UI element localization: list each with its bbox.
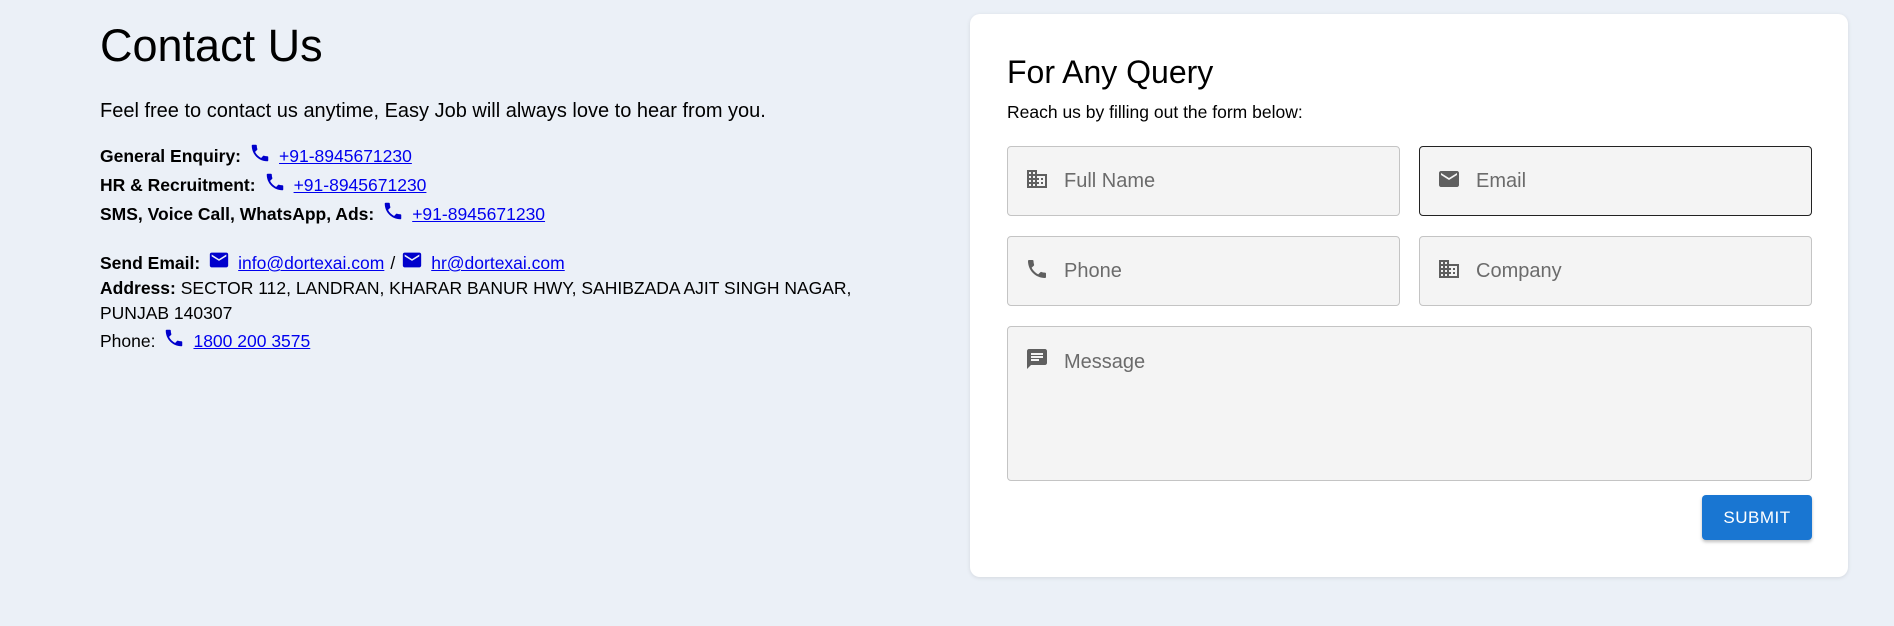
submit-button[interactable]: SUBMIT — [1702, 495, 1812, 540]
phone-input[interactable] — [1064, 237, 1389, 305]
phone-label: Phone: — [100, 331, 156, 351]
address-value-line2: PUNJAB 140307 — [100, 303, 233, 323]
email-input[interactable] — [1476, 147, 1801, 215]
contact-row-phone: Phone: 1800 200 3575 — [100, 326, 900, 357]
page-title: Contact Us — [100, 20, 323, 71]
contact-row-general-enquiry: General Enquiry: +91-8945671230 — [100, 142, 900, 171]
mail-icon — [1437, 167, 1461, 191]
info-email-link[interactable]: info@dortexai.com — [238, 251, 384, 276]
business-icon — [1025, 167, 1049, 191]
company-field-wrapper — [1419, 236, 1812, 306]
hr-recruitment-phone-link[interactable]: +91-8945671230 — [294, 171, 427, 200]
phone-field-wrapper — [1007, 236, 1400, 306]
sms-voice-phone-link[interactable]: +91-8945671230 — [412, 200, 545, 229]
form-subtitle: Reach us by filling out the form below: — [1007, 102, 1303, 122]
contact-row-label: General Enquiry: — [100, 146, 242, 166]
message-icon — [1025, 347, 1049, 371]
form-title: For Any Query — [1007, 54, 1214, 90]
contact-row-email: Send Email: info@dortexai.com / hr@dorte… — [100, 251, 900, 276]
email-separator: / — [390, 253, 396, 273]
phone-icon — [382, 200, 404, 222]
message-field-wrapper — [1007, 326, 1812, 481]
contact-intro: Feel free to contact us anytime, Easy Jo… — [100, 100, 766, 122]
phone-icon — [249, 142, 271, 164]
contact-row-sms-voice: SMS, Voice Call, WhatsApp, Ads: +91-8945… — [100, 200, 900, 229]
contact-address: Address: SECTOR 112, LANDRAN, KHARAR BAN… — [100, 276, 900, 326]
email-label: Send Email: — [100, 253, 201, 273]
toll-free-phone-link[interactable]: 1800 200 3575 — [193, 326, 310, 357]
company-input[interactable] — [1476, 237, 1801, 305]
email-field-wrapper — [1419, 146, 1812, 216]
phone-icon — [163, 327, 185, 349]
message-textarea[interactable] — [1064, 345, 1801, 465]
contact-row-label: SMS, Voice Call, WhatsApp, Ads: — [100, 204, 375, 224]
mail-icon — [208, 249, 230, 271]
address-label: Address: — [100, 278, 176, 298]
full-name-field-wrapper — [1007, 146, 1400, 216]
hr-email-link[interactable]: hr@dortexai.com — [431, 251, 565, 276]
query-form-card: For Any Query Reach us by filling out th… — [970, 14, 1848, 577]
contact-section: Contact Us Feel free to contact us anyti… — [100, 18, 900, 357]
mail-icon — [401, 249, 423, 271]
contact-list: General Enquiry: +91-8945671230 HR & Rec… — [100, 142, 900, 357]
full-name-input[interactable] — [1064, 147, 1389, 215]
phone-icon — [264, 171, 286, 193]
contact-row-label: HR & Recruitment: — [100, 175, 256, 195]
address-value: SECTOR 112, LANDRAN, KHARAR BANUR HWY, S… — [180, 278, 852, 298]
contact-row-hr-recruitment: HR & Recruitment: +91-8945671230 — [100, 171, 900, 200]
general-enquiry-phone-link[interactable]: +91-8945671230 — [279, 142, 412, 171]
business-icon — [1437, 257, 1461, 281]
phone-icon — [1025, 257, 1049, 281]
